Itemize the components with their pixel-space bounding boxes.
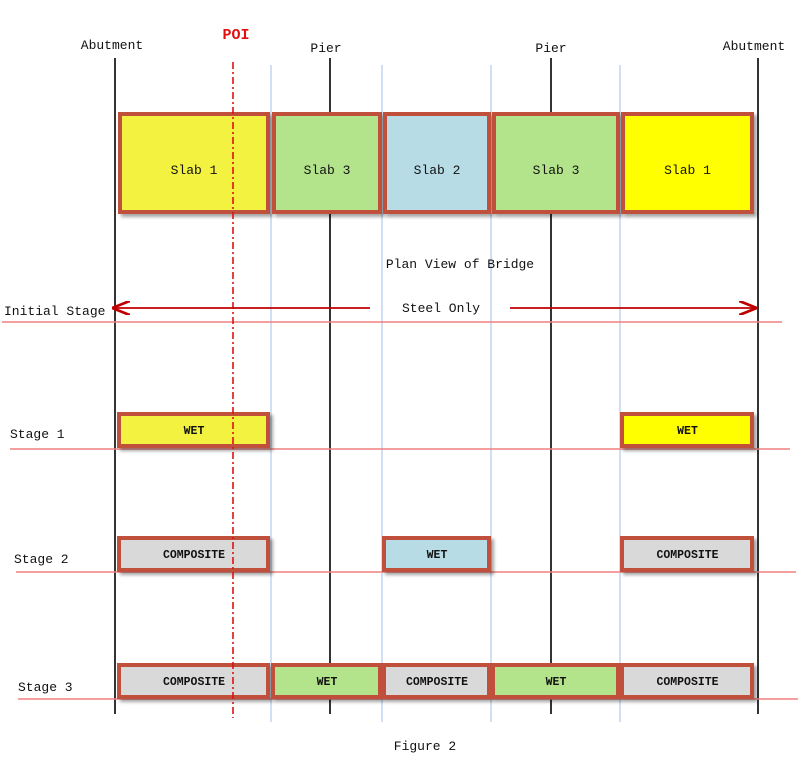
stage-box-label: COMPOSITE (163, 549, 225, 562)
stage-box: COMPOSITE (620, 536, 754, 572)
stage-box: WET (620, 412, 754, 448)
plan-slab: Slab 2 (383, 112, 491, 214)
plan-slab: Slab 3 (272, 112, 382, 214)
stage-box: COMPOSITE (382, 663, 491, 699)
support-label-abutment-left: Abutment (81, 38, 143, 53)
stage-box: COMPOSITE (117, 663, 270, 699)
plan-slab-label: Slab 1 (171, 163, 218, 178)
plan-slab-label: Slab 2 (414, 163, 461, 178)
stage-box-label: COMPOSITE (163, 676, 225, 689)
stage-box-label: WET (427, 549, 448, 562)
stage-box-label: WET (546, 676, 567, 689)
stage-box: WET (117, 412, 270, 448)
plan-view-caption: Plan View of Bridge (386, 257, 534, 272)
stage-box: WET (491, 663, 620, 699)
stage-lines (2, 321, 798, 700)
stage-box-label: COMPOSITE (656, 549, 718, 562)
support-label-pier-1: Pier (310, 41, 341, 56)
stage-label-1: Stage 1 (10, 427, 65, 442)
stage-box: COMPOSITE (117, 536, 270, 572)
stage-label-2: Stage 2 (14, 552, 69, 567)
stage-label-3: Stage 3 (18, 680, 73, 695)
plan-slab: Slab 1 (621, 112, 754, 214)
poi-label: POI (222, 27, 249, 44)
figure-caption: Figure 2 (394, 739, 456, 754)
bridge-staging-diagram: Slab 1 Slab 3 Slab 2 Slab 3 Slab 1 WET WET COM… (2, 27, 798, 754)
plan-slab-label: Slab 1 (664, 163, 711, 178)
plan-slab-label: Slab 3 (533, 163, 580, 178)
plan-view-slabs: Slab 1 Slab 3 Slab 2 Slab 3 Slab 1 (118, 112, 754, 214)
stage-box: COMPOSITE (620, 663, 754, 699)
stage-box-label: WET (184, 425, 205, 438)
stage-box-label: COMPOSITE (656, 676, 718, 689)
plan-slab: Slab 1 (118, 112, 270, 214)
steel-only-label: Steel Only (402, 301, 480, 316)
support-label-pier-2: Pier (535, 41, 566, 56)
stage-boxes: WET WET COMPOSITE WET COMPOSITE COMPOSITE WET C… (117, 412, 754, 699)
stage-label-initial: Initial Stage (4, 304, 105, 319)
plan-slab-label: Slab 3 (304, 163, 351, 178)
stage-box: WET (382, 536, 491, 572)
stage-box-label: COMPOSITE (406, 676, 468, 689)
stage-box-label: WET (677, 425, 698, 438)
support-label-abutment-right: Abutment (723, 39, 785, 54)
plan-slab: Slab 3 (492, 112, 620, 214)
stage-box-label: WET (317, 676, 338, 689)
stage-box: WET (271, 663, 382, 699)
